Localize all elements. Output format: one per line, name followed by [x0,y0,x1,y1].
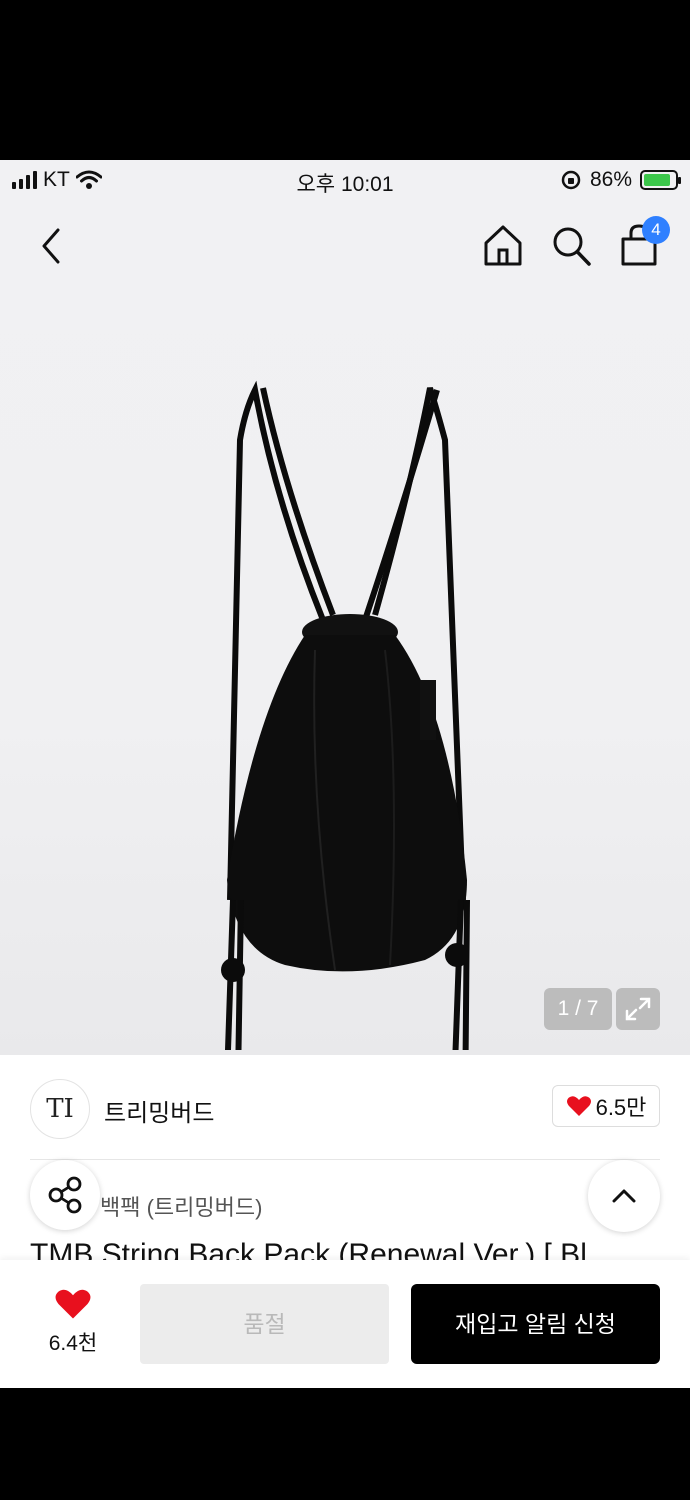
brand-logo[interactable]: TI [30,1079,90,1139]
app-screen: KT 오후 10:01 86% 4 1 / 7 TI 트리밍버드 6.5만 백팩… [0,160,690,1388]
product-category[interactable]: 백팩 (트리밍버드) [100,1190,262,1222]
status-right: 86% [560,168,681,192]
battery-percent: 86% [589,168,632,191]
cart-count-badge: 4 [642,216,670,244]
soldout-button: 품절 [140,1284,389,1364]
brand-row[interactable]: TI 트리밍버드 6.5만 [0,1055,690,1160]
product-image-gallery[interactable]: 4 1 / 7 [0,200,690,1055]
battery-icon [640,170,681,190]
brand-like-count: 6.5만 [595,1095,647,1120]
bottom-action-bar: 6.4천 품절 재입고 알림 신청 [0,1260,690,1388]
share-icon [48,1176,82,1214]
brand-like-button[interactable]: 6.5만 [552,1085,660,1127]
heart-icon [566,1096,591,1116]
share-button[interactable] [30,1160,100,1230]
back-icon[interactable] [32,222,72,270]
heart-icon [55,1289,91,1319]
divider [30,1159,660,1160]
top-nav-actions: 4 [482,216,670,268]
product-photo-drawstring-bag [221,380,470,1050]
restock-alert-button[interactable]: 재입고 알림 신청 [411,1284,660,1364]
status-bar: KT 오후 10:01 86% [0,160,690,200]
wish-button[interactable]: 6.4천 [30,1288,116,1357]
scroll-top-button[interactable] [588,1160,660,1232]
brand-name[interactable]: 트리밍버드 [104,1093,214,1128]
cart-button[interactable]: 4 [618,216,670,268]
gallery-pager: 1 / 7 [544,988,612,1030]
wish-count: 6.4천 [48,1332,98,1355]
battery-fill [644,174,670,186]
chevron-up-icon [612,1189,636,1203]
rotation-lock-icon [561,170,581,190]
home-icon[interactable] [482,222,524,268]
expand-icon[interactable] [616,988,660,1030]
search-icon[interactable] [550,222,592,268]
